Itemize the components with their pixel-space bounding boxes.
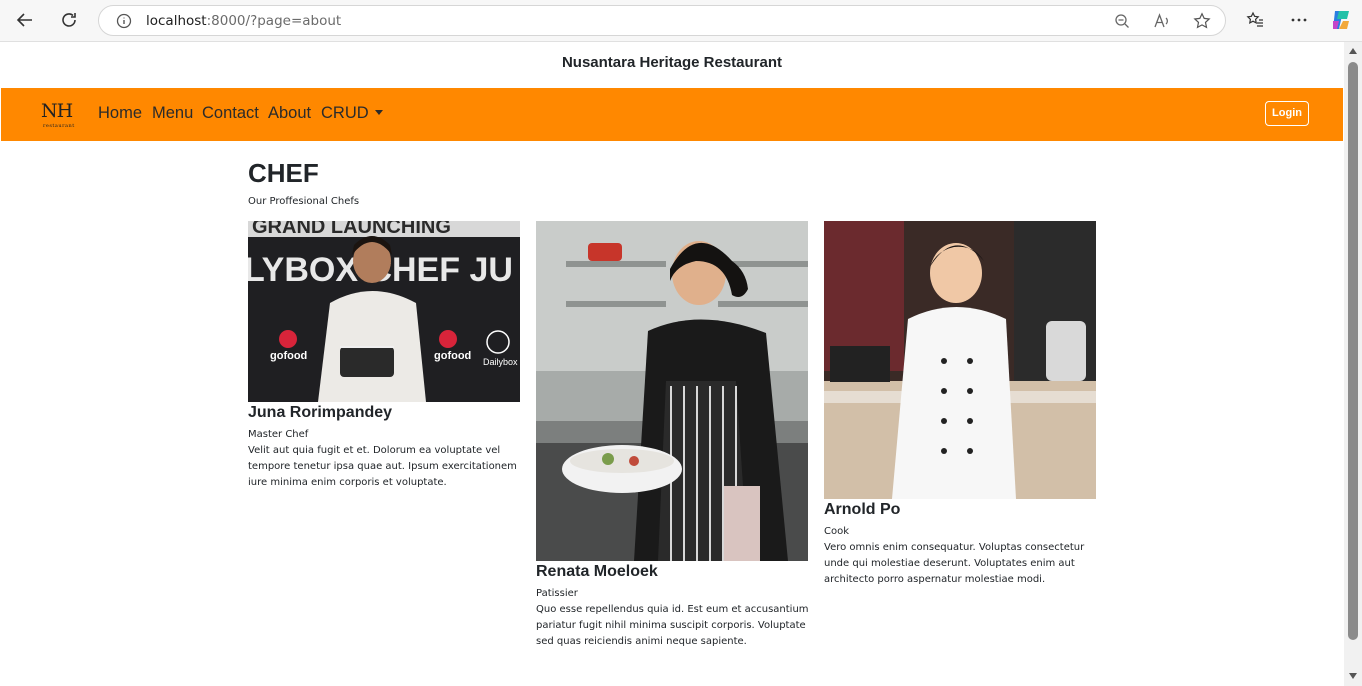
backdrop-logo-left: gofood (270, 350, 307, 362)
navbar: NH restaurant Home Menu Contact About CR… (1, 88, 1343, 141)
nav-about[interactable]: About (268, 104, 311, 123)
login-button[interactable]: Login (1265, 101, 1309, 126)
read-aloud-icon[interactable] (1152, 11, 1172, 31)
favorites-list-icon[interactable] (1241, 6, 1269, 34)
url-path: :8000/?page=about (206, 13, 342, 29)
chef-description: Vero omnis enim consequatur. Voluptas co… (824, 542, 1085, 585)
chef-photo (824, 221, 1096, 499)
refresh-icon[interactable] (55, 6, 83, 34)
section-title: CHEF (248, 158, 319, 188)
address-bar[interactable]: localhost:8000/?page=about (98, 5, 1226, 36)
chef-name: Juna Rorimpandey (248, 404, 393, 421)
site-title: Nusantara Heritage Restaurant (561, 54, 783, 71)
url-text[interactable]: localhost:8000/?page=about (146, 13, 341, 29)
zoom-out-icon[interactable] (1112, 11, 1132, 31)
backdrop-logo-dailybox: Dailybox (483, 357, 518, 367)
url-host: localhost (146, 13, 207, 29)
chef-role: Master Chef (248, 429, 309, 440)
scroll-down-arrow-icon[interactable] (1349, 673, 1357, 679)
chef-role: Cook (824, 526, 850, 537)
more-icon[interactable] (1285, 6, 1313, 34)
info-icon[interactable] (114, 11, 134, 31)
copilot-icon[interactable] (1327, 6, 1355, 34)
chef-name: Renata Moeloek (536, 563, 658, 580)
scroll-up-arrow-icon[interactable] (1349, 48, 1357, 54)
chef-name: Arnold Po (824, 501, 901, 518)
section-subtitle: Our Proffesional Chefs (248, 196, 360, 207)
chef-photo (536, 221, 808, 561)
chef-photo: GRAND LAUNCHING LYBOX CHEF JU gofood gof… (248, 221, 520, 402)
browser-toolbar: localhost:8000/?page=about (0, 0, 1362, 41)
chef-description: Velit aut quia fugit et et. Dolorum ea v… (248, 445, 517, 488)
nav-home[interactable]: Home (98, 104, 142, 123)
back-arrow-icon[interactable] (11, 6, 39, 34)
page-viewport: Nusantara Heritage Restaurant NH restaur… (0, 41, 1362, 686)
logo-mark: NH (41, 100, 73, 122)
scrollbar-thumb[interactable] (1348, 62, 1358, 640)
chevron-down-icon (374, 110, 383, 115)
backdrop-logo-right: gofood (434, 350, 471, 362)
logo-subtext: restaurant (43, 123, 75, 129)
site-logo[interactable]: NH restaurant (39, 100, 83, 132)
nav-menu[interactable]: Menu (152, 104, 193, 123)
chef-description: Quo esse repellendus quia id. Est eum et… (536, 604, 809, 647)
chef-role: Patissier (536, 588, 578, 599)
nav-crud-dropdown[interactable]: CRUD (321, 104, 383, 123)
nav-crud-label: CRUD (321, 104, 369, 122)
vertical-scrollbar[interactable] (1344, 42, 1362, 686)
favorite-star-icon[interactable] (1192, 11, 1212, 31)
nav-contact[interactable]: Contact (202, 104, 259, 123)
backdrop-text-top: GRAND LAUNCHING (252, 221, 451, 238)
